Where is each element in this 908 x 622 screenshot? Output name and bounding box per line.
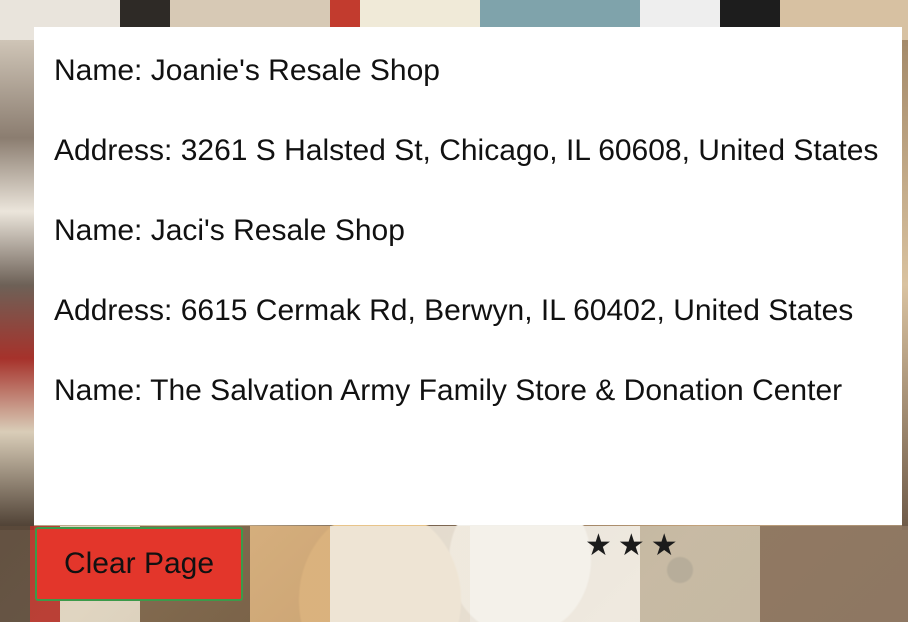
background-collage-right: [902, 40, 908, 530]
results-panel[interactable]: Name: Joanie's Resale Shop Address: 3261…: [34, 27, 902, 525]
result-name: Name: The Salvation Army Family Store & …: [54, 374, 843, 407]
results-list: Name: Joanie's Resale Shop Address: 3261…: [34, 47, 902, 415]
result-address: Address: 3261 S Halsted St, Chicago, IL …: [54, 134, 879, 167]
result-name: Name: Joanie's Resale Shop: [54, 54, 440, 87]
background-collage-left: [0, 40, 34, 530]
stars-decoration-icon: ★★★: [585, 528, 684, 563]
result-name: Name: Jaci's Resale Shop: [54, 214, 405, 247]
result-address: Address: 6615 Cermak Rd, Berwyn, IL 6040…: [54, 294, 854, 327]
clear-page-button[interactable]: Clear Page: [35, 527, 243, 601]
